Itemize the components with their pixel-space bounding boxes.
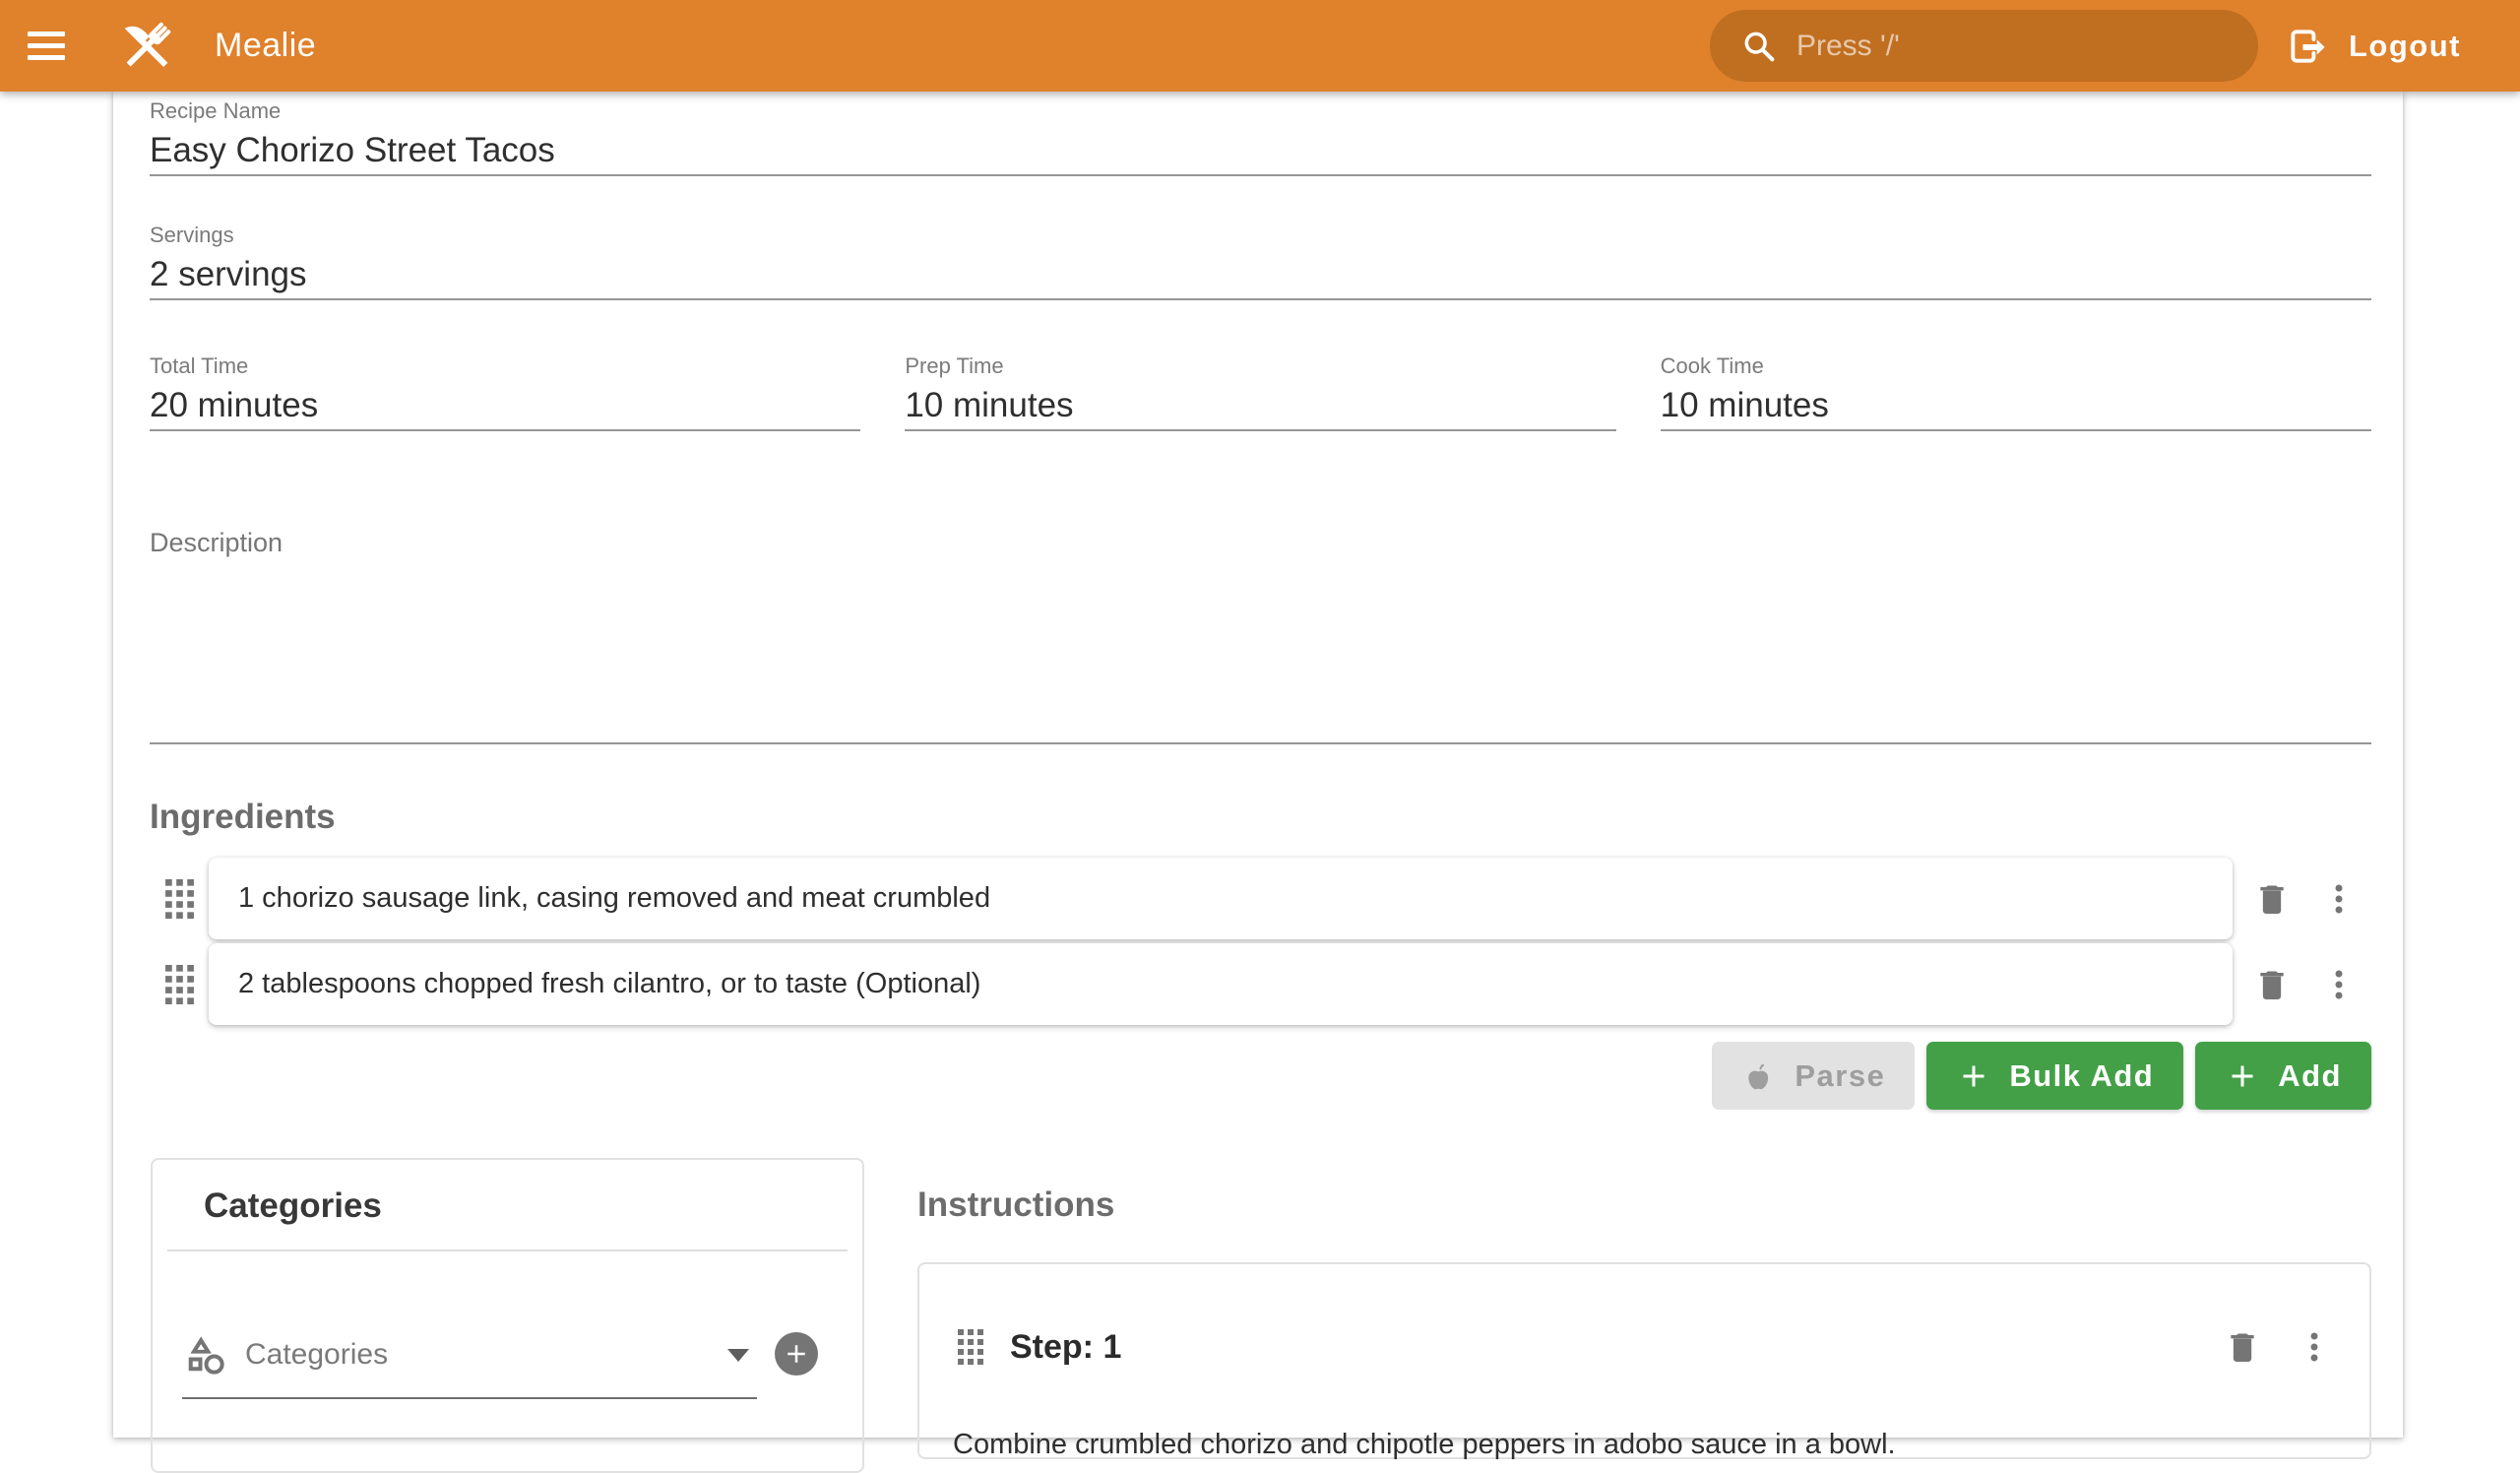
add-ingredient-button[interactable]: Add xyxy=(2195,1042,2371,1110)
step-menu-button[interactable] xyxy=(2293,1325,2336,1369)
recipe-name-field[interactable]: Recipe Name Easy Chorizo Street Tacos xyxy=(150,97,2371,176)
add-category-button[interactable] xyxy=(775,1332,818,1376)
parse-button[interactable]: Parse xyxy=(1712,1042,1915,1110)
times-row: Total Time 20 minutes Prep Time 10 minut… xyxy=(150,352,2371,431)
description-underline xyxy=(150,742,2371,744)
chevron-down-icon xyxy=(727,1349,749,1362)
ingredient-actions: Parse Bulk Add Add xyxy=(150,1042,2371,1110)
add-label: Add xyxy=(2278,1058,2342,1094)
delete-ingredient-button[interactable] xyxy=(2250,963,2294,1006)
categories-select-placeholder: Categories xyxy=(245,1338,727,1372)
apple-icon xyxy=(1741,1058,1777,1094)
instructions-heading: Instructions xyxy=(917,1184,2371,1227)
parse-label: Parse xyxy=(1795,1058,1885,1094)
bulk-add-label: Bulk Add xyxy=(2009,1058,2154,1094)
dots-vertical-icon xyxy=(2295,1327,2334,1367)
logout-button[interactable]: Logout xyxy=(2286,25,2461,68)
bulk-add-button[interactable]: Bulk Add xyxy=(1926,1042,2183,1110)
step-title: Step: 1 xyxy=(1010,1328,2221,1367)
prep-time-value[interactable]: 10 minutes xyxy=(905,384,1615,427)
delete-ingredient-button[interactable] xyxy=(2250,877,2294,921)
total-time-field[interactable]: Total Time 20 minutes xyxy=(150,352,860,431)
cook-time-label: Cook Time xyxy=(1661,352,2371,380)
drag-handle-icon[interactable] xyxy=(953,1329,988,1365)
recipe-name-underline xyxy=(150,174,2371,176)
app-title: Mealie xyxy=(215,27,316,65)
app-logo-utensils-icon xyxy=(114,14,179,79)
shapes-icon xyxy=(182,1332,227,1377)
search-placeholder: Press '/' xyxy=(1796,30,1900,63)
step-header: Step: 1 xyxy=(953,1325,2336,1369)
ingredient-input[interactable]: 1 chorizo sausage link, casing removed a… xyxy=(209,858,2233,939)
recipe-editor-card: Recipe Name Easy Chorizo Street Tacos Se… xyxy=(113,92,2403,1438)
hamburger-icon xyxy=(28,32,65,36)
divider xyxy=(167,1249,848,1251)
categories-card: Categories Categories xyxy=(151,1158,864,1473)
plus-icon xyxy=(2225,1058,2260,1094)
delete-step-button[interactable] xyxy=(2221,1325,2264,1369)
trash-icon xyxy=(2252,965,2292,1004)
servings-value[interactable]: 2 servings xyxy=(150,253,2371,296)
recipe-name-label: Recipe Name xyxy=(150,97,2371,125)
recipe-name-value[interactable]: Easy Chorizo Street Tacos xyxy=(150,129,2371,172)
cook-time-value[interactable]: 10 minutes xyxy=(1661,384,2371,427)
plus-icon xyxy=(1956,1058,1991,1094)
description-textarea[interactable] xyxy=(150,559,2371,740)
menu-button[interactable] xyxy=(28,23,75,70)
logout-icon xyxy=(2286,25,2329,68)
trash-icon xyxy=(2223,1327,2262,1367)
servings-label: Servings xyxy=(150,222,2371,249)
trash-icon xyxy=(2252,879,2292,919)
step-card: Step: 1 Combine crumbled chorizo and chi… xyxy=(917,1262,2371,1459)
search-icon xyxy=(1739,27,1779,66)
ingredient-row: 2 tablespoons chopped fresh cilantro, or… xyxy=(150,943,2371,1025)
step-text-input[interactable]: Combine crumbled chorizo and chipotle pe… xyxy=(953,1425,2336,1464)
categories-select-row: Categories xyxy=(182,1332,862,1399)
categories-title: Categories xyxy=(204,1185,862,1228)
prep-time-field[interactable]: Prep Time 10 minutes xyxy=(905,352,1615,431)
drag-handle-icon[interactable] xyxy=(150,879,209,919)
prep-time-label: Prep Time xyxy=(905,352,1615,380)
search-input[interactable]: Press '/' xyxy=(1710,10,2258,82)
servings-underline xyxy=(150,298,2371,300)
plus-icon xyxy=(782,1339,811,1369)
header-bar: Mealie Press '/' Logout xyxy=(0,0,2520,92)
servings-field[interactable]: Servings 2 servings xyxy=(150,222,2371,300)
categories-select[interactable]: Categories xyxy=(182,1332,757,1399)
ingredients-heading: Ingredients xyxy=(150,796,2371,839)
instructions-column: Instructions Step: 1 xyxy=(917,1158,2371,1473)
cook-time-field[interactable]: Cook Time 10 minutes xyxy=(1661,352,2371,431)
ingredient-row: 1 chorizo sausage link, casing removed a… xyxy=(150,858,2371,939)
description-label: Description xyxy=(150,526,2371,559)
bottom-section: Categories Categories xyxy=(150,1158,2371,1473)
logout-label: Logout xyxy=(2349,29,2461,64)
ingredient-menu-button[interactable] xyxy=(2317,877,2361,921)
drag-handle-icon[interactable] xyxy=(150,965,209,1004)
dots-vertical-icon xyxy=(2319,965,2359,1004)
dots-vertical-icon xyxy=(2319,879,2359,919)
total-time-value[interactable]: 20 minutes xyxy=(150,384,860,427)
ingredient-menu-button[interactable] xyxy=(2317,963,2361,1006)
total-time-label: Total Time xyxy=(150,352,860,380)
ingredient-input[interactable]: 2 tablespoons chopped fresh cilantro, or… xyxy=(209,943,2233,1025)
